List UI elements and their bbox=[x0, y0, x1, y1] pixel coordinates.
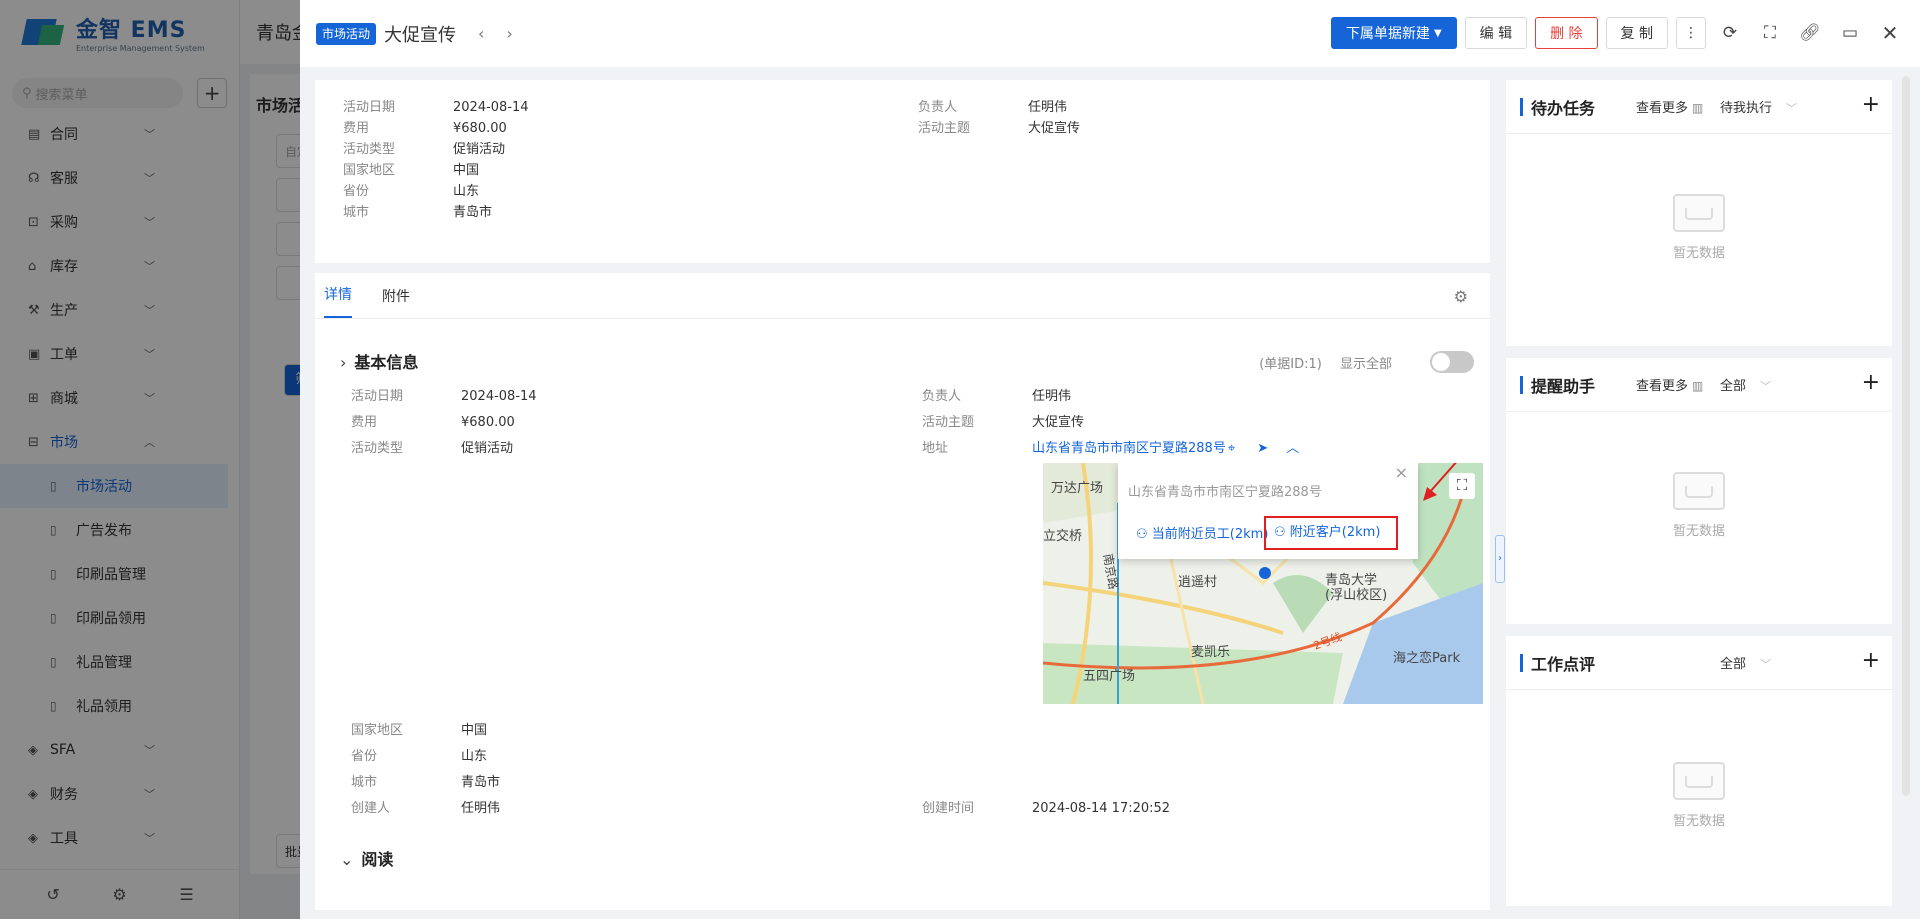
record-type-tag: 市场活动 bbox=[316, 22, 377, 45]
detail-field: 国家地区 中国 bbox=[351, 723, 488, 738]
link-icon[interactable]: 🔗︎ bbox=[1794, 17, 1826, 49]
summary-field: 城市 青岛市 bbox=[343, 205, 493, 220]
summary-field: 国家地区 中国 bbox=[343, 163, 480, 178]
navigate-icon[interactable]: ➤ bbox=[1257, 441, 1268, 456]
empty-state: 暂无数据 bbox=[1506, 472, 1892, 539]
chevron-down-icon: ﹀ bbox=[1760, 658, 1772, 671]
next-record-icon[interactable]: › bbox=[506, 24, 512, 43]
record-id: (单据ID:1) bbox=[1259, 357, 1322, 372]
show-all-toggle[interactable] bbox=[1430, 351, 1474, 373]
detail-field: 活动主题 大促宣传 bbox=[922, 415, 1085, 430]
summary-card: 活动日期 2024-08-14 费用 ¥680.00 活动类型 促销活动 国家地区 中国… bbox=[315, 80, 1490, 263]
more-options-icon[interactable]: ⋮ bbox=[1676, 17, 1706, 49]
detail-card: 详情 附件 ⚙ › 基本信息 (单据ID:1) 显示全部 活动日期 2024-08-… bbox=[315, 273, 1490, 910]
chevron-down-icon: ⌄ bbox=[340, 850, 354, 869]
panel-title: 待办任务 bbox=[1531, 98, 1596, 118]
view-more-link[interactable]: 查看更多 ▥ bbox=[1636, 375, 1703, 394]
panel-filter-select[interactable]: 全部 ﹀ bbox=[1720, 375, 1771, 394]
detail-field: 活动类型 促销活动 bbox=[351, 441, 514, 456]
record-title: 大促宣传 bbox=[384, 24, 457, 46]
record-drawer: 市场活动 大促宣传 ‹ › 下属单据新建 ▼ 编 辑 删 除 复 制 ⋮ ⟳ ⛶ … bbox=[300, 0, 1920, 919]
chevron-down-icon: ▼ bbox=[1433, 27, 1442, 39]
close-icon[interactable]: ✕ bbox=[1874, 17, 1906, 49]
add-icon[interactable]: + bbox=[1862, 92, 1880, 117]
detail-field: 创建人 任明伟 bbox=[351, 801, 501, 816]
side-panel: 工作点评 全部 ﹀ + 暂无数据 bbox=[1506, 636, 1892, 906]
side-panel: 待办任务 查看更多 ▥ 待我执行 ﹀ + 暂无数据 bbox=[1506, 80, 1892, 346]
panel-toggle-handle[interactable]: › bbox=[1495, 535, 1505, 583]
tab-details[interactable]: 详情 bbox=[324, 284, 352, 318]
add-icon[interactable]: + bbox=[1862, 648, 1880, 673]
detail-field: 费用 ¥680.00 bbox=[351, 415, 515, 430]
location-pin-icon: ⌖ bbox=[1227, 441, 1236, 456]
tab-attachments[interactable]: 附件 bbox=[382, 286, 410, 318]
empty-inbox-icon bbox=[1673, 472, 1725, 510]
summary-field: 活动主题 大促宣传 bbox=[918, 121, 1081, 136]
detail-field-address: 地址 山东省青岛市市南区宁夏路288号 ⌖ ➤ ︿ bbox=[922, 441, 1300, 456]
detail-tabs: 详情 附件 ⚙ bbox=[315, 273, 1490, 319]
empty-state: 暂无数据 bbox=[1506, 194, 1892, 261]
drawer-header: 市场活动 大促宣传 ‹ › 下属单据新建 ▼ 编 辑 删 除 复 制 ⋮ ⟳ ⛶ … bbox=[300, 0, 1920, 67]
panel-title: 提醒助手 bbox=[1531, 376, 1596, 396]
edit-button[interactable]: 编 辑 bbox=[1464, 17, 1528, 49]
summary-field: 活动日期 2024-08-14 bbox=[343, 100, 529, 115]
empty-inbox-icon bbox=[1673, 762, 1725, 800]
empty-state: 暂无数据 bbox=[1506, 762, 1892, 829]
section-basic-info[interactable]: › 基本信息 bbox=[340, 349, 418, 373]
monitor-icon[interactable]: ▭ bbox=[1834, 17, 1866, 49]
location-map[interactable]: 万达广场 立交桥 南京路 逍遥村 青岛大学 (浮山校区) 麦凯乐 五四广场 海之… bbox=[1043, 463, 1483, 704]
scrollbar[interactable] bbox=[1902, 76, 1910, 796]
panel-filter-select[interactable]: 待我执行 ﹀ bbox=[1720, 97, 1797, 116]
panel-filter-select[interactable]: 全部 ﹀ bbox=[1720, 653, 1771, 672]
panel-title: 工作点评 bbox=[1531, 654, 1596, 674]
summary-field: 费用 ¥680.00 bbox=[343, 121, 507, 136]
fullscreen-icon[interactable]: ⛶ bbox=[1754, 17, 1786, 49]
book-icon: ▥ bbox=[1692, 101, 1704, 115]
chevron-down-icon: ﹀ bbox=[1760, 380, 1772, 393]
summary-field: 负责人 任明伟 bbox=[918, 100, 1068, 115]
detail-field: 城市 青岛市 bbox=[351, 775, 501, 790]
chevron-up-icon[interactable]: ︿ bbox=[1286, 441, 1299, 456]
summary-field: 省份 山东 bbox=[343, 184, 480, 199]
detail-field: 省份 山东 bbox=[351, 749, 488, 764]
copy-button[interactable]: 复 制 bbox=[1605, 17, 1668, 49]
show-all-label: 显示全部 bbox=[1339, 357, 1392, 372]
prev-record-icon[interactable]: ‹ bbox=[478, 24, 484, 43]
side-panel: 提醒助手 查看更多 ▥ 全部 ﹀ + 暂无数据 bbox=[1506, 358, 1892, 624]
detail-field: 创建时间 2024-08-14 17:20:52 bbox=[922, 801, 1171, 816]
annotation-arrow bbox=[1423, 463, 1457, 501]
summary-field: 活动类型 促销活动 bbox=[343, 142, 506, 157]
empty-inbox-icon bbox=[1673, 194, 1725, 232]
refresh-icon[interactable]: ⟳ bbox=[1714, 17, 1746, 49]
section-read[interactable]: ⌄ 阅读 bbox=[340, 846, 393, 870]
gear-icon[interactable]: ⚙ bbox=[1454, 287, 1468, 306]
address-link[interactable]: 山东省青岛市市南区宁夏路288号 ⌖ bbox=[1032, 441, 1235, 456]
new-sub-document-button[interactable]: 下属单据新建 ▼ bbox=[1330, 17, 1457, 49]
chevron-right-icon: › bbox=[340, 353, 347, 372]
add-icon[interactable]: + bbox=[1862, 370, 1880, 395]
delete-button[interactable]: 删 除 bbox=[1535, 17, 1598, 49]
detail-field: 负责人 任明伟 bbox=[922, 389, 1072, 404]
book-icon: ▥ bbox=[1692, 379, 1704, 393]
view-more-link[interactable]: 查看更多 ▥ bbox=[1636, 97, 1703, 116]
chevron-down-icon: ﹀ bbox=[1786, 102, 1798, 115]
detail-field: 活动日期 2024-08-14 bbox=[351, 389, 537, 404]
